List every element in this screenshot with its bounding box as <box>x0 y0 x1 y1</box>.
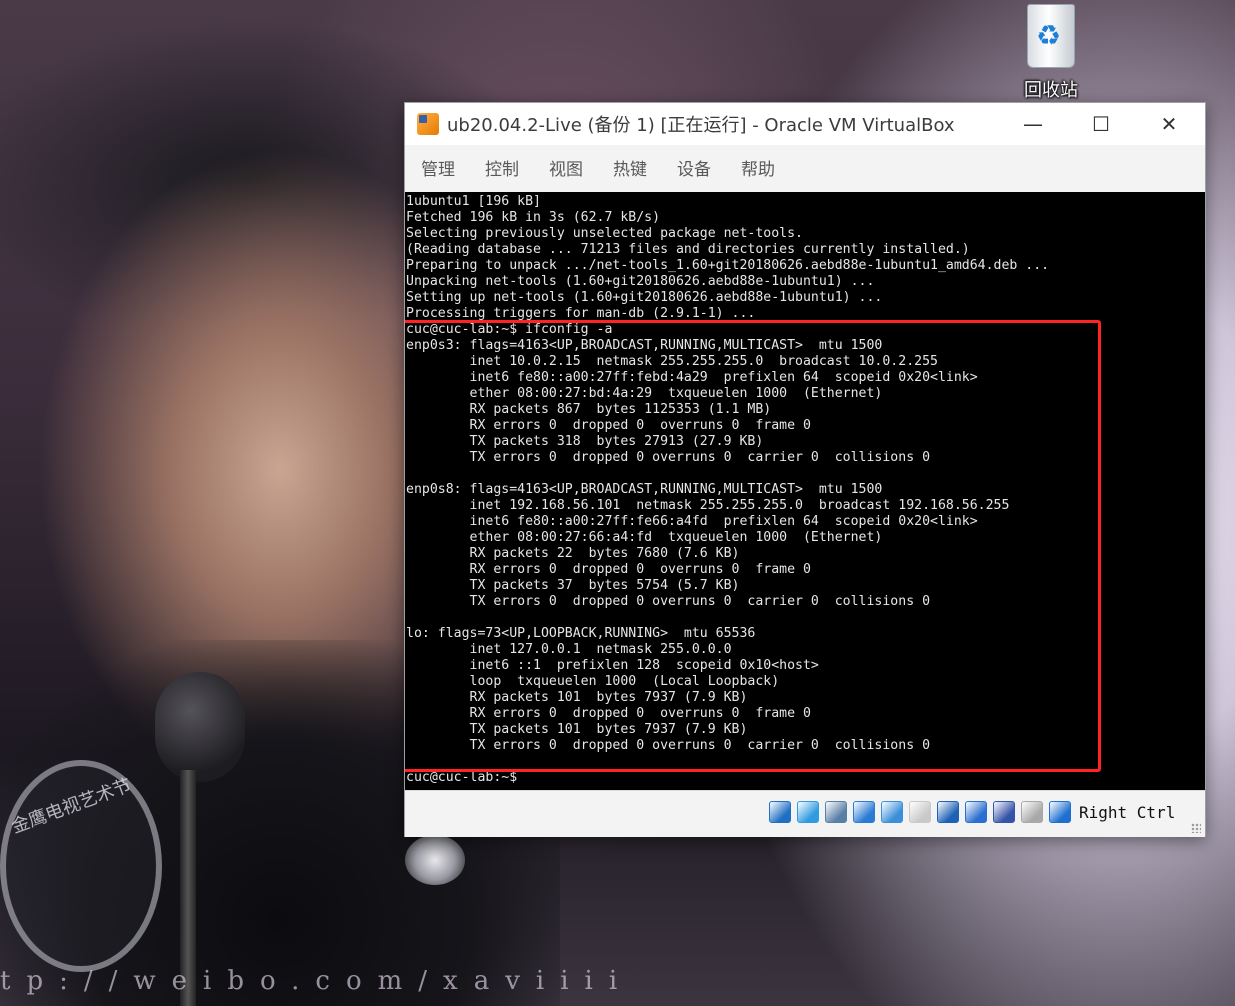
device-status-icons <box>769 801 1077 823</box>
terminal-line: ether 08:00:27:66:a4:fd txqueuelen 1000 … <box>406 530 883 545</box>
recycle-bin-icon: ♻ <box>1027 4 1075 68</box>
usb-icon[interactable] <box>881 801 903 823</box>
terminal-line: inet6 fe80::a00:27ff:febd:4a29 prefixlen… <box>406 370 978 385</box>
title-bar[interactable]: ub20.04.2-Live (备份 1) [正在运行] - Oracle VM… <box>405 103 1205 145</box>
terminal-line: TX errors 0 dropped 0 overruns 0 carrier… <box>406 594 931 609</box>
optical-drive-icon[interactable] <box>797 801 819 823</box>
terminal-line: inet6 fe80::a00:27ff:fe66:a4fd prefixlen… <box>406 514 978 529</box>
terminal-line: cuc@cuc-lab:~$ <box>406 770 518 785</box>
terminal-line: Fetched 196 kB in 3s (62.7 kB/s) <box>406 210 661 225</box>
menu-bar: 管理 控制 视图 热键 设备 帮助 <box>405 145 1205 189</box>
host-key-label: Right Ctrl <box>1079 803 1176 822</box>
terminal-line: RX errors 0 dropped 0 overruns 0 frame 0 <box>406 706 811 721</box>
terminal-line: inet6 ::1 prefixlen 128 scopeid 0x10<hos… <box>406 658 819 673</box>
close-button[interactable]: ✕ <box>1135 103 1203 145</box>
terminal-line: RX packets 22 bytes 7680 (7.6 KB) <box>406 546 740 561</box>
terminal-line: inet 10.0.2.15 netmask 255.255.255.0 bro… <box>406 354 938 369</box>
minimize-button[interactable]: — <box>999 103 1067 145</box>
terminal-line: inet 192.168.56.101 netmask 255.255.255.… <box>406 498 1010 513</box>
terminal-line: Setting up net-tools (1.60+git20180626.a… <box>406 290 883 305</box>
terminal-line: Preparing to unpack .../net-tools_1.60+g… <box>406 258 1050 273</box>
virtualization-icon[interactable] <box>993 801 1015 823</box>
video-capture-icon[interactable] <box>965 801 987 823</box>
terminal-line: enp0s3: flags=4163<UP,BROADCAST,RUNNING,… <box>406 338 883 353</box>
audio-icon[interactable] <box>825 801 847 823</box>
terminal-line: RX errors 0 dropped 0 overruns 0 frame 0 <box>406 418 811 433</box>
terminal-line: TX packets 101 bytes 7937 (7.9 KB) <box>406 722 748 737</box>
status-bar: Right Ctrl <box>405 790 1205 837</box>
terminal-line: inet 127.0.0.1 netmask 255.0.0.0 <box>406 642 732 657</box>
terminal-line: RX packets 867 bytes 1125353 (1.1 MB) <box>406 402 772 417</box>
wallpaper-microphone <box>155 672 245 782</box>
maximize-button[interactable]: ☐ <box>1067 103 1135 145</box>
resize-grip-icon[interactable] <box>1191 823 1201 833</box>
terminal-line: (Reading database ... 71213 files and di… <box>406 242 970 257</box>
terminal-line: Unpacking net-tools (1.60+git20180626.ae… <box>406 274 875 289</box>
virtualbox-app-icon <box>417 113 439 135</box>
terminal-line: TX errors 0 dropped 0 overruns 0 carrier… <box>406 738 931 753</box>
terminal-line: ether 08:00:27:bd:4a:29 txqueuelen 1000 … <box>406 386 883 401</box>
menu-item-view[interactable]: 视图 <box>549 155 583 180</box>
terminal-line: loop txqueuelen 1000 (Local Loopback) <box>406 674 780 689</box>
terminal-line: RX packets 101 bytes 7937 (7.9 KB) <box>406 690 748 705</box>
menu-item-hotkeys[interactable]: 热键 <box>613 155 647 180</box>
terminal-line: TX packets 318 bytes 27913 (27.9 KB) <box>406 434 764 449</box>
wallpaper-watermark: tp://weibo.com/xaviiii <box>0 966 634 996</box>
terminal-line: 1ubuntu1 [196 kB] <box>406 194 541 209</box>
display-icon[interactable] <box>937 801 959 823</box>
terminal-output: 1ubuntu1 [196 kB] Fetched 196 kB in 3s (… <box>405 192 1205 786</box>
wallpaper-brooch <box>405 835 465 885</box>
virtualbox-window: ub20.04.2-Live (备份 1) [正在运行] - Oracle VM… <box>404 102 1206 837</box>
menu-item-devices[interactable]: 设备 <box>677 155 711 180</box>
network-icon[interactable] <box>853 801 875 823</box>
keyboard-capture-icon[interactable] <box>1049 801 1071 823</box>
window-title: ub20.04.2-Live (备份 1) [正在运行] - Oracle VM… <box>447 115 955 136</box>
menu-item-help[interactable]: 帮助 <box>741 155 775 180</box>
mouse-integration-icon[interactable] <box>1021 801 1043 823</box>
terminal-line: RX errors 0 dropped 0 overruns 0 frame 0 <box>406 562 811 577</box>
menu-item-control[interactable]: 控制 <box>485 155 519 180</box>
shared-folders-icon[interactable] <box>909 801 931 823</box>
terminal-line: Selecting previously unselected package … <box>406 226 803 241</box>
recycle-bin-shortcut[interactable]: ♻ 回收站 <box>1016 4 1086 102</box>
terminal-line: TX errors 0 dropped 0 overruns 0 carrier… <box>406 450 931 465</box>
terminal-line: cuc@cuc-lab:~$ ifconfig -a <box>406 322 613 337</box>
terminal-line: lo: flags=73<UP,LOOPBACK,RUNNING> mtu 65… <box>406 626 756 641</box>
vm-terminal-screen[interactable]: 1ubuntu1 [196 kB] Fetched 196 kB in 3s (… <box>405 192 1205 790</box>
terminal-line: Processing triggers for man-db (2.9.1-1)… <box>406 306 756 321</box>
menu-item-manage[interactable]: 管理 <box>421 155 455 180</box>
terminal-line: TX packets 37 bytes 5754 (5.7 KB) <box>406 578 740 593</box>
recycle-bin-label: 回收站 <box>1024 80 1078 101</box>
hard-disk-icon[interactable] <box>769 801 791 823</box>
terminal-line: enp0s8: flags=4163<UP,BROADCAST,RUNNING,… <box>406 482 883 497</box>
